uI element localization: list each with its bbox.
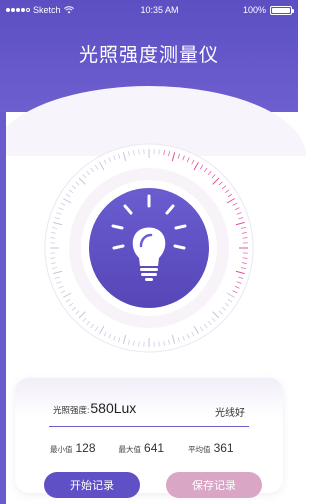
light-meter-dial — [43, 142, 255, 354]
signal-strength-icon — [6, 8, 30, 12]
status-left: Sketch — [6, 5, 116, 15]
light-status: 光线好 — [215, 408, 245, 419]
wifi-icon — [63, 6, 74, 14]
stat-avg: 平均值 361 — [188, 441, 234, 455]
stat-avg-label: 平均值 — [188, 445, 211, 454]
panel-divider — [49, 426, 249, 427]
stat-max: 最大值 641 — [119, 441, 165, 455]
light-intensity-value: 580Lux — [90, 400, 137, 416]
battery-icon — [270, 5, 294, 15]
dial-graphic — [44, 143, 254, 353]
light-intensity-label: 光照强度: — [53, 405, 90, 415]
stat-max-value: 641 — [144, 441, 165, 455]
status-time: 10:35 AM — [140, 5, 179, 15]
status-bar: Sketch 10:35 AM 100% — [0, 0, 298, 20]
save-record-button[interactable]: 保存记录 — [166, 472, 262, 498]
page-title: 光照强度测量仪 — [78, 45, 219, 66]
stat-avg-value: 361 — [213, 441, 234, 455]
stat-min-value: 128 — [75, 441, 96, 455]
stat-min: 最小值 128 — [50, 441, 96, 455]
stat-min-label: 最小值 — [50, 445, 73, 454]
battery-percent: 100% — [242, 5, 266, 15]
carrier-name: Sketch — [33, 5, 61, 15]
stat-max-label: 最大值 — [118, 445, 142, 454]
start-recording-button[interactable]: 开始记录 — [44, 472, 140, 498]
stats-row: 最小值 128 最大值 641 平均值 361 — [15, 441, 283, 455]
left-edge-strip — [0, 112, 6, 504]
reading-row: 光照强度: 580Lux 光线好 — [15, 400, 283, 422]
status-right: 100% — [242, 5, 294, 15]
